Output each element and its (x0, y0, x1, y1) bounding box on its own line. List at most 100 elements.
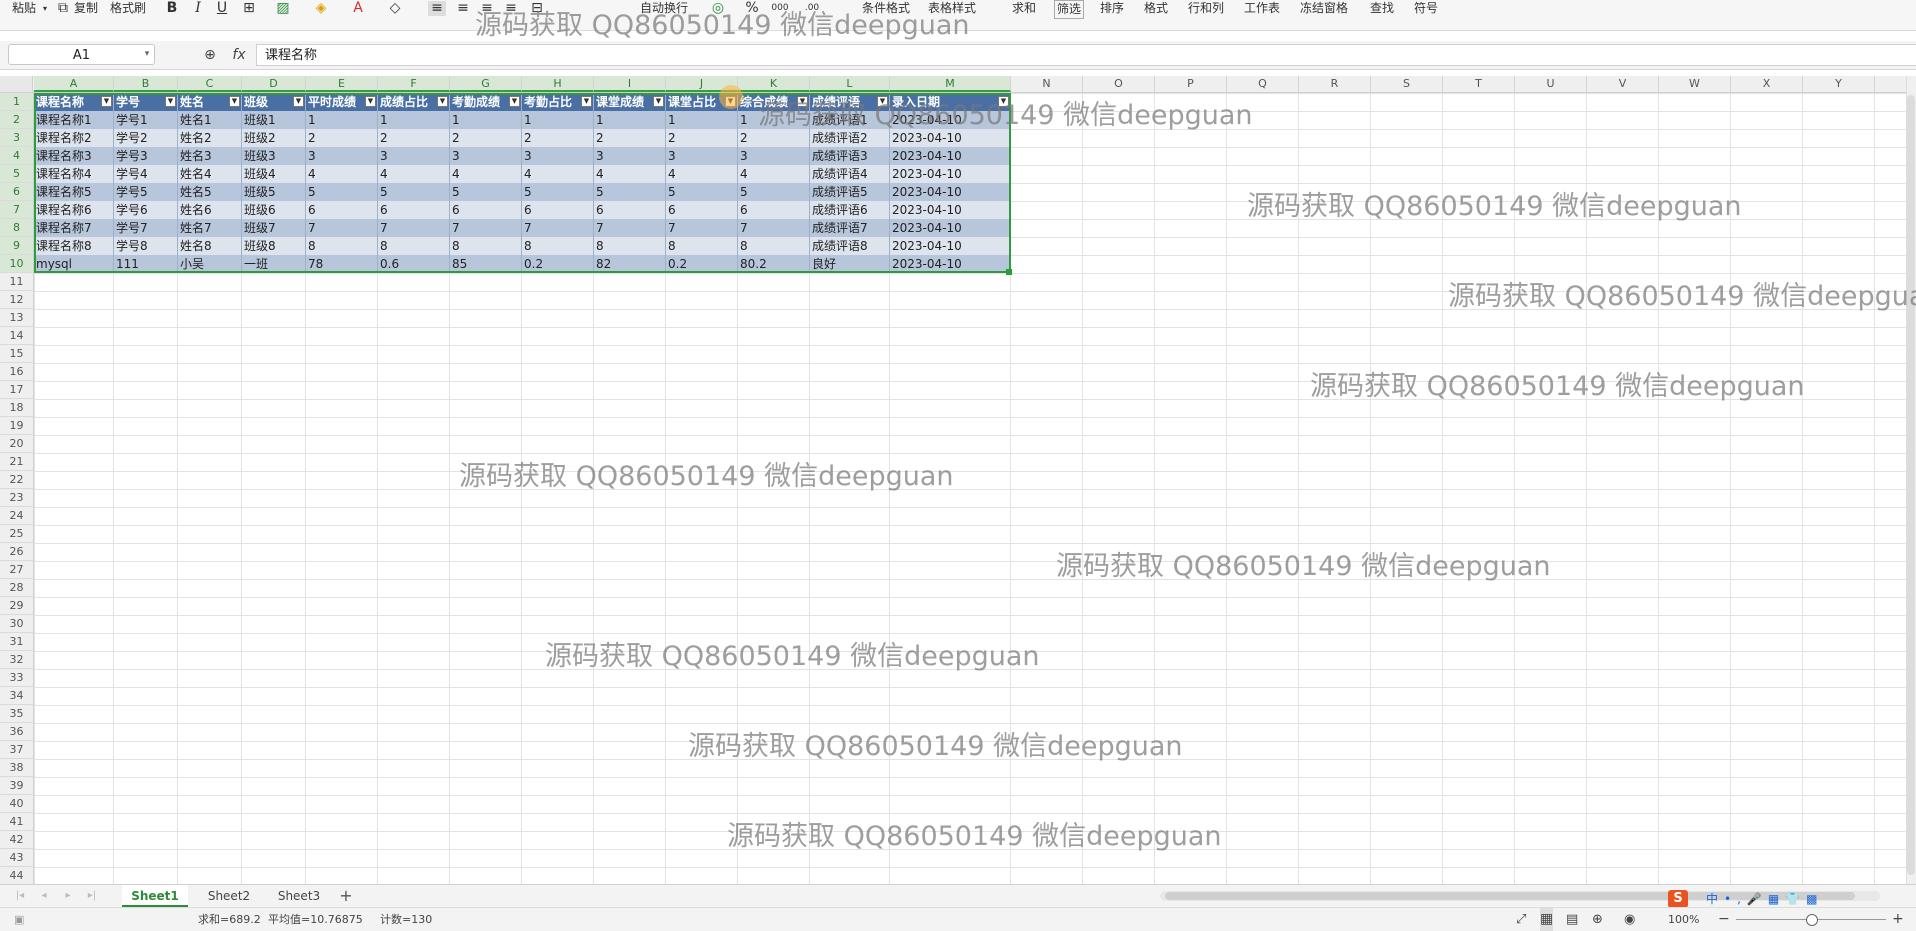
page-layout-icon[interactable]: ▤ (1566, 908, 1578, 931)
copy-icon[interactable]: ⧉ (56, 1, 70, 16)
row-header[interactable]: 21 (0, 453, 33, 471)
add-sheet-button[interactable]: + (336, 885, 356, 907)
row-header[interactable]: 30 (0, 615, 33, 633)
last-sheet-icon[interactable]: ▸| (84, 888, 100, 904)
row-header[interactable]: 41 (0, 813, 33, 831)
column-header[interactable]: F (378, 76, 450, 92)
align-left-icon[interactable]: ≡ (428, 1, 446, 16)
fill-pattern-icon[interactable]: ▨ (274, 1, 292, 16)
select-all-corner[interactable] (0, 76, 33, 92)
next-sheet-icon[interactable]: ▸ (60, 888, 76, 904)
row-header[interactable]: 31 (0, 633, 33, 651)
column-header[interactable]: A (34, 76, 114, 92)
fill-handle[interactable] (1006, 269, 1012, 275)
italic-icon[interactable]: I (190, 1, 206, 16)
row-header[interactable]: 26 (0, 543, 33, 561)
thousands-icon[interactable]: 000 (770, 1, 790, 16)
row-header[interactable]: 32 (0, 651, 33, 669)
row-header[interactable]: 20 (0, 435, 33, 453)
table-style-button[interactable]: 表格样式 (928, 0, 976, 17)
underline-icon[interactable]: U (214, 1, 230, 16)
zoom-out-icon[interactable]: − (1718, 908, 1730, 931)
row-header[interactable]: 17 (0, 381, 33, 399)
ime-tool-icons[interactable]: 中•,🎤▦👕▩ (1706, 890, 1834, 908)
column-header[interactable]: X (1731, 76, 1803, 92)
row-header[interactable]: 5 (0, 165, 33, 183)
column-header[interactable]: W (1659, 76, 1731, 92)
formula-input[interactable]: 课程名称 (256, 44, 1916, 66)
row-header[interactable]: 36 (0, 723, 33, 741)
format-painter-button[interactable]: 格式刷 (110, 0, 146, 17)
column-header[interactable]: K (738, 76, 810, 92)
row-header[interactable]: 10 (0, 255, 33, 273)
font-color-icon[interactable]: A (350, 1, 366, 16)
decimal-icon[interactable]: .00 (800, 1, 824, 16)
column-header[interactable]: P (1155, 76, 1227, 92)
row-header[interactable]: 25 (0, 525, 33, 543)
filter-button[interactable]: 筛选 (1054, 0, 1085, 19)
column-header[interactable]: R (1299, 76, 1371, 92)
row-header[interactable]: 22 (0, 471, 33, 489)
column-header[interactable]: G (450, 76, 522, 92)
row-header[interactable]: 1 (0, 93, 33, 111)
justify-icon[interactable]: ≡ (502, 1, 520, 16)
zoom-slider-knob[interactable] (1806, 914, 1818, 926)
column-header[interactable]: T (1443, 76, 1515, 92)
column-header[interactable]: I (594, 76, 666, 92)
row-header[interactable]: 12 (0, 291, 33, 309)
column-header[interactable]: H (522, 76, 594, 92)
column-header[interactable]: B (114, 76, 178, 92)
row-header[interactable]: 42 (0, 831, 33, 849)
sum-button[interactable]: 求和 (1012, 0, 1036, 17)
vertical-scroll-thumb[interactable] (1907, 95, 1915, 875)
row-header[interactable]: 19 (0, 417, 33, 435)
normal-view-icon[interactable]: ▦ (1540, 908, 1554, 931)
prev-sheet-icon[interactable]: ◂ (36, 888, 52, 904)
row-header[interactable]: 35 (0, 705, 33, 723)
row-header[interactable]: 29 (0, 597, 33, 615)
column-header[interactable]: M (890, 76, 1011, 92)
page-break-icon[interactable]: ⊕ (1592, 908, 1603, 931)
column-header[interactable]: O (1083, 76, 1155, 92)
row-header[interactable]: 8 (0, 219, 33, 237)
column-header[interactable]: S (1371, 76, 1443, 92)
clear-format-icon[interactable]: ◇ (386, 1, 404, 16)
column-header[interactable]: Y (1803, 76, 1875, 92)
column-header[interactable]: E (306, 76, 378, 92)
conditional-format-button[interactable]: 条件格式 (862, 0, 910, 17)
row-header[interactable]: 23 (0, 489, 33, 507)
column-header[interactable]: L (810, 76, 890, 92)
row-header[interactable]: 27 (0, 561, 33, 579)
row-header[interactable]: 3 (0, 129, 33, 147)
sort-button[interactable]: 排序 (1100, 0, 1124, 17)
zoom-in-icon[interactable]: + (1892, 908, 1904, 931)
column-header[interactable]: N (1011, 76, 1083, 92)
copy-button[interactable]: 复制 (74, 0, 98, 17)
row-header[interactable]: 9 (0, 237, 33, 255)
row-header[interactable]: 24 (0, 507, 33, 525)
row-header[interactable]: 11 (0, 273, 33, 291)
row-header[interactable]: 39 (0, 777, 33, 795)
macro-record-icon[interactable]: ▣ (14, 908, 30, 931)
zoom-level[interactable]: 100% (1668, 908, 1699, 931)
row-header[interactable]: 43 (0, 849, 33, 867)
bold-icon[interactable]: B (164, 1, 180, 16)
row-header[interactable]: 38 (0, 759, 33, 777)
freeze-panes-button[interactable]: 冻结窗格 (1300, 0, 1348, 17)
name-box[interactable]: A1 (8, 44, 155, 65)
row-header[interactable]: 16 (0, 363, 33, 381)
percent-icon[interactable]: % (744, 1, 760, 16)
worksheet-button[interactable]: 工作表 (1244, 0, 1280, 17)
column-header[interactable]: Q (1227, 76, 1299, 92)
fill-color-icon[interactable]: ◈ (312, 1, 330, 16)
row-header[interactable]: 13 (0, 309, 33, 327)
sogou-ime-icon[interactable]: S (1668, 890, 1688, 908)
row-header[interactable]: 18 (0, 399, 33, 417)
row-header[interactable]: 40 (0, 795, 33, 813)
row-header[interactable]: 7 (0, 201, 33, 219)
row-header[interactable]: 33 (0, 669, 33, 687)
name-box-dropdown-icon[interactable]: ▾ (140, 44, 154, 65)
sheet-tab[interactable]: Sheet2 (196, 885, 262, 907)
border-icon[interactable]: ⊞ (240, 1, 258, 16)
zoom-search-icon[interactable]: ⊕ (200, 45, 220, 65)
